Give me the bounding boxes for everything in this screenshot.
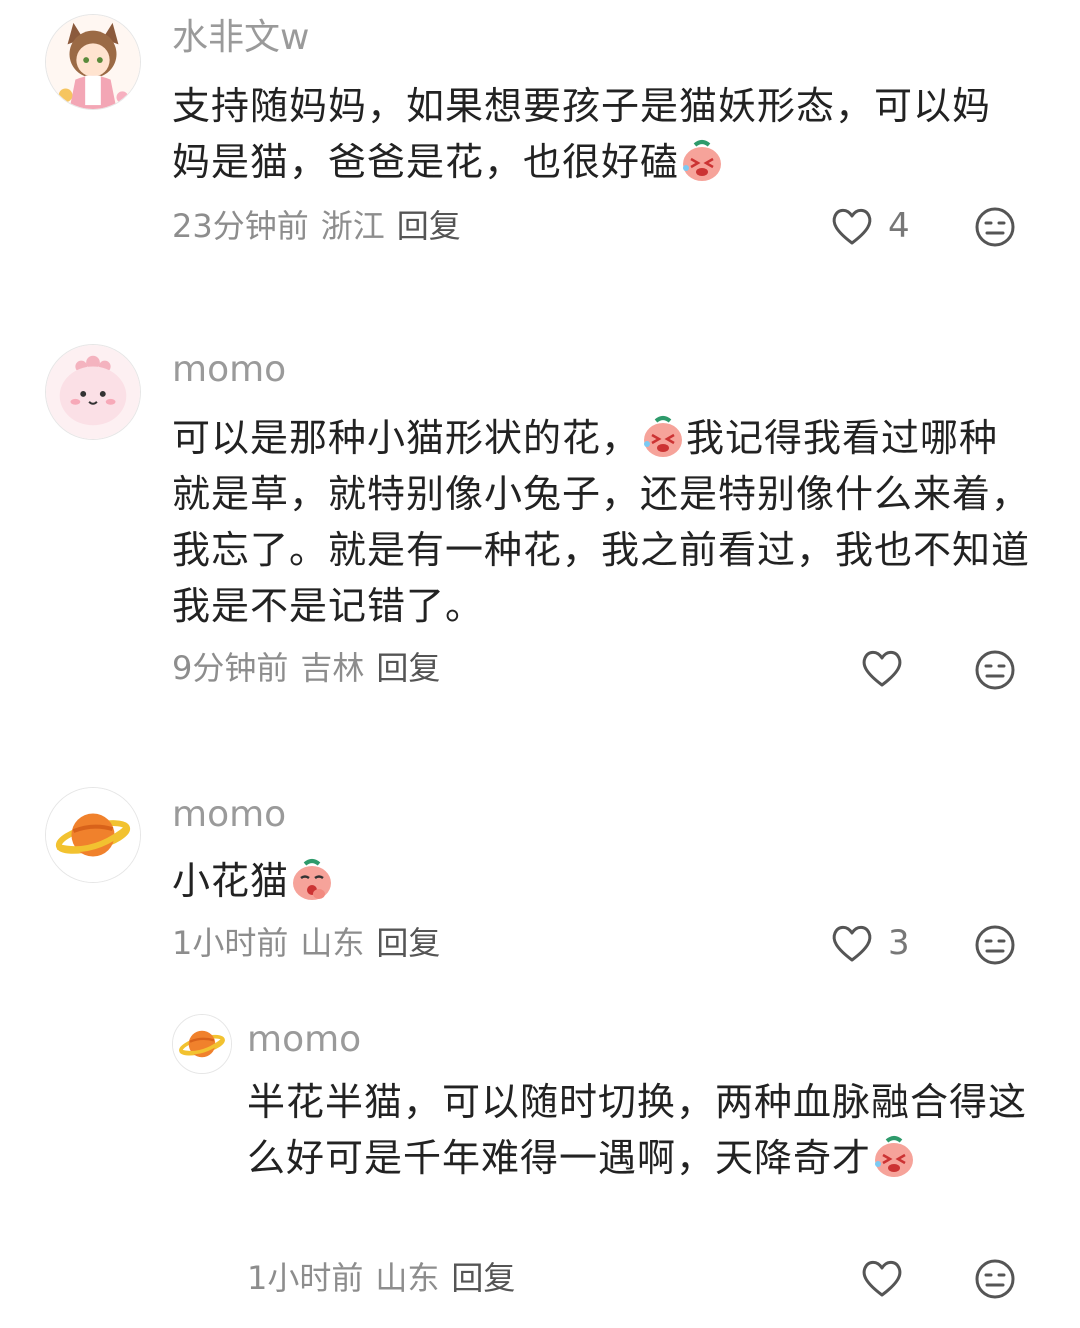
heart-icon [832, 925, 872, 962]
heart-icon [862, 650, 902, 687]
avatar[interactable] [45, 14, 141, 110]
timestamp: 9分钟前 [172, 649, 289, 687]
dislike-button[interactable] [974, 649, 1016, 691]
meh-face-icon [975, 650, 1015, 690]
heart-icon [832, 208, 872, 245]
comment-text-part: 支持随妈妈，如果想要孩子是猫妖形态，可以妈妈是猫，爸爸是花，也很好磕 [172, 84, 992, 184]
heart-icon [862, 1260, 902, 1297]
comment-1: 水非文w 支持随妈妈，如果想要孩子是猫妖形态，可以妈妈是猫，爸爸是花，也很好磕 … [0, 0, 1080, 300]
timestamp: 1小时前 [247, 1259, 364, 1297]
meh-face-icon [975, 207, 1015, 247]
like-button[interactable]: 4 [830, 202, 910, 250]
meh-face-icon [975, 1259, 1015, 1299]
comment-2: momo 可以是那种小猫形状的花， 我记得我看过哪种就是草，就特别像小兔子，还是特… [0, 330, 1080, 730]
location: 浙江 [320, 207, 385, 245]
pink-blob-avatar-icon [46, 345, 140, 439]
avatar[interactable] [45, 344, 141, 440]
comment-meta: 23分钟前 浙江 回复 [172, 206, 473, 246]
dislike-button[interactable] [974, 206, 1016, 248]
comment-text-part: 可以是那种小猫形状的花， [172, 416, 641, 460]
comment-3: momo 小花猫 1小时前 山东 回复 3 [0, 775, 1080, 995]
location: 吉林 [300, 649, 365, 687]
comment-meta: 1小时前 山东 回复 [247, 1258, 527, 1298]
username[interactable]: 水非文w [172, 18, 309, 58]
reply-comment: momo 半花半猫，可以随时切换，两种血脉融合得这么好可是千年难得一遇啊，天降奇… [0, 1010, 1080, 1328]
meh-face-icon [975, 925, 1015, 965]
comment-text: 可以是那种小猫形状的花， 我记得我看过哪种就是草，就特别像小兔子，还是特别像什么来… [172, 410, 1032, 634]
reply-button[interactable]: 回复 [376, 924, 440, 962]
avatar[interactable] [172, 1014, 232, 1074]
laughing-crying-emoji-icon [679, 137, 725, 183]
location: 山东 [300, 924, 365, 962]
username[interactable]: momo [172, 350, 286, 390]
anime-catgirl-avatar-icon [46, 15, 140, 109]
dislike-button[interactable] [974, 924, 1016, 966]
planet-avatar-icon [173, 1015, 231, 1073]
planet-avatar-icon [46, 788, 140, 882]
username[interactable]: momo [172, 795, 286, 835]
comment-text-part: 小花猫 [172, 859, 290, 903]
timestamp: 1小时前 [172, 924, 289, 962]
like-button[interactable]: 3 [830, 919, 910, 967]
reply-button[interactable]: 回复 [397, 207, 461, 245]
like-button[interactable] [860, 1254, 918, 1302]
giggle-emoji-icon [289, 856, 335, 902]
laughing-crying-emoji-icon [871, 1133, 917, 1179]
timestamp: 23分钟前 [172, 207, 309, 245]
avatar[interactable] [45, 787, 141, 883]
reply-button[interactable]: 回复 [451, 1259, 515, 1297]
location: 山东 [375, 1259, 440, 1297]
reply-button[interactable]: 回复 [376, 649, 440, 687]
comment-text: 支持随妈妈，如果想要孩子是猫妖形态，可以妈妈是猫，爸爸是花，也很好磕 [172, 78, 1022, 190]
comment-text: 半花半猫，可以随时切换，两种血脉融合得这么好可是千年难得一遇啊，天降奇才 [247, 1074, 1027, 1186]
comment-meta: 1小时前 山东 回复 [172, 923, 452, 963]
username[interactable]: momo [247, 1020, 361, 1060]
like-button[interactable] [860, 644, 918, 692]
comment-text: 小花猫 [172, 853, 1032, 909]
like-count: 4 [888, 206, 910, 246]
like-count: 3 [888, 923, 910, 963]
comment-meta: 9分钟前 吉林 回复 [172, 648, 452, 688]
dislike-button[interactable] [974, 1258, 1016, 1300]
laughing-crying-emoji-icon [640, 413, 686, 459]
